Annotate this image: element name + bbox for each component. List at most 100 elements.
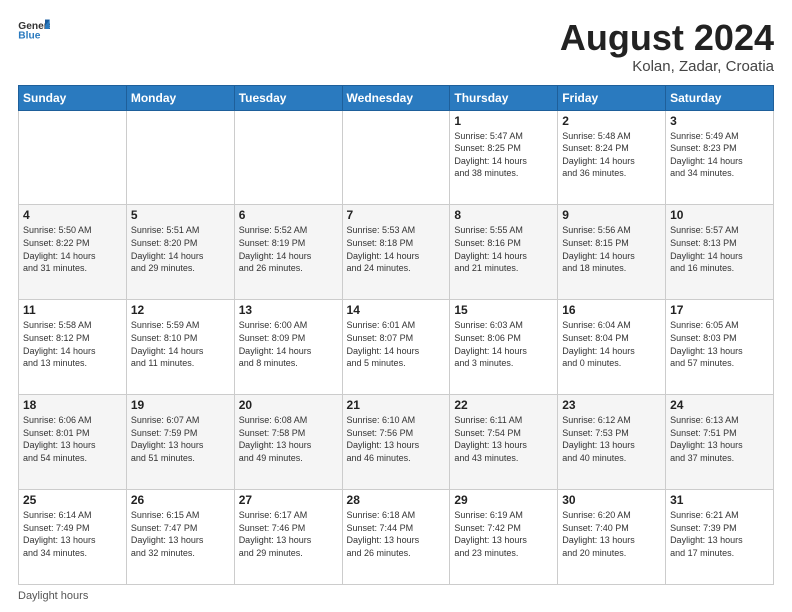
day-info: Sunrise: 5:51 AM Sunset: 8:20 PM Dayligh… <box>131 224 230 274</box>
calendar-cell: 4Sunrise: 5:50 AM Sunset: 8:22 PM Daylig… <box>19 205 127 300</box>
day-number: 21 <box>347 398 446 412</box>
day-info: Sunrise: 5:52 AM Sunset: 8:19 PM Dayligh… <box>239 224 338 274</box>
weekday-header-monday: Monday <box>126 85 234 110</box>
day-number: 31 <box>670 493 769 507</box>
page: General Blue August 2024 Kolan, Zadar, C… <box>0 0 792 612</box>
day-info: Sunrise: 6:00 AM Sunset: 8:09 PM Dayligh… <box>239 319 338 369</box>
day-info: Sunrise: 6:12 AM Sunset: 7:53 PM Dayligh… <box>562 414 661 464</box>
calendar-cell: 11 Sunrise: 5:58 AM Sunset: 8:12 PM Dayli… <box>19 300 127 395</box>
calendar-cell: 12 Sunrise: 5:59 AM Sunset: 8:10 PM Dayli… <box>126 300 234 395</box>
calendar-cell: 17Sunrise: 6:05 AM Sunset: 8:03 PM Dayli… <box>666 300 774 395</box>
calendar-cell: 20 Sunrise: 6:08 AM Sunset: 7:58 PM Dayli… <box>234 395 342 490</box>
calendar-cell: 2Sunrise: 5:48 AM Sunset: 8:24 PM Daylig… <box>558 110 666 205</box>
calendar-cell: 29 Sunrise: 6:19 AM Sunset: 7:42 PM Dayli… <box>450 490 558 585</box>
day-info: Sunrise: 6:20 AM Sunset: 7:40 PM Dayligh… <box>562 509 661 559</box>
day-number: 25 <box>23 493 122 507</box>
weekday-header-wednesday: Wednesday <box>342 85 450 110</box>
calendar-cell: 28 Sunrise: 6:18 AM Sunset: 7:44 PM Dayli… <box>342 490 450 585</box>
calendar-cell <box>19 110 127 205</box>
day-info: Sunrise: 6:05 AM Sunset: 8:03 PM Dayligh… <box>670 319 769 369</box>
day-info: Sunrise: 5:47 AM Sunset: 8:25 PM Dayligh… <box>454 130 553 180</box>
calendar-cell: 16Sunrise: 6:04 AM Sunset: 8:04 PM Dayli… <box>558 300 666 395</box>
calendar-cell <box>126 110 234 205</box>
day-number: 26 <box>131 493 230 507</box>
day-info: Sunrise: 5:57 AM Sunset: 8:13 PM Dayligh… <box>670 224 769 274</box>
day-info: Sunrise: 6:14 AM Sunset: 7:49 PM Dayligh… <box>23 509 122 559</box>
day-number: 13 <box>239 303 338 317</box>
calendar-cell: 24 Sunrise: 6:13 AM Sunset: 7:51 PM Dayli… <box>666 395 774 490</box>
calendar-cell: 7 Sunrise: 5:53 AM Sunset: 8:18 PM Daylig… <box>342 205 450 300</box>
weekday-header-tuesday: Tuesday <box>234 85 342 110</box>
day-number: 3 <box>670 114 769 128</box>
calendar-cell: 10 Sunrise: 5:57 AM Sunset: 8:13 PM Dayli… <box>666 205 774 300</box>
day-number: 7 <box>347 208 446 222</box>
day-number: 11 <box>23 303 122 317</box>
svg-text:Blue: Blue <box>18 30 40 40</box>
day-info: Sunrise: 6:08 AM Sunset: 7:58 PM Dayligh… <box>239 414 338 464</box>
day-number: 6 <box>239 208 338 222</box>
day-number: 1 <box>454 114 553 128</box>
day-number: 19 <box>131 398 230 412</box>
weekday-header-saturday: Saturday <box>666 85 774 110</box>
month-title: August 2024 <box>560 18 774 58</box>
calendar-cell: 3 Sunrise: 5:49 AM Sunset: 8:23 PM Daylig… <box>666 110 774 205</box>
day-info: Sunrise: 5:59 AM Sunset: 8:10 PM Dayligh… <box>131 319 230 369</box>
day-number: 24 <box>670 398 769 412</box>
calendar-cell: 6 Sunrise: 5:52 AM Sunset: 8:19 PM Daylig… <box>234 205 342 300</box>
day-info: Sunrise: 6:15 AM Sunset: 7:47 PM Dayligh… <box>131 509 230 559</box>
day-number: 16 <box>562 303 661 317</box>
day-number: 10 <box>670 208 769 222</box>
calendar-cell: 31Sunrise: 6:21 AM Sunset: 7:39 PM Dayli… <box>666 490 774 585</box>
logo-icon: General Blue <box>18 18 50 40</box>
weekday-header-thursday: Thursday <box>450 85 558 110</box>
day-info: Sunrise: 5:53 AM Sunset: 8:18 PM Dayligh… <box>347 224 446 274</box>
calendar-week-row: 18Sunrise: 6:06 AM Sunset: 8:01 PM Dayli… <box>19 395 774 490</box>
calendar-cell: 5 Sunrise: 5:51 AM Sunset: 8:20 PM Daylig… <box>126 205 234 300</box>
calendar-cell: 1 Sunrise: 5:47 AM Sunset: 8:25 PM Daylig… <box>450 110 558 205</box>
day-info: Sunrise: 6:11 AM Sunset: 7:54 PM Dayligh… <box>454 414 553 464</box>
day-number: 30 <box>562 493 661 507</box>
calendar-cell: 22 Sunrise: 6:11 AM Sunset: 7:54 PM Dayli… <box>450 395 558 490</box>
day-info: Sunrise: 5:49 AM Sunset: 8:23 PM Dayligh… <box>670 130 769 180</box>
day-number: 20 <box>239 398 338 412</box>
day-number: 23 <box>562 398 661 412</box>
calendar-week-row: 1 Sunrise: 5:47 AM Sunset: 8:25 PM Daylig… <box>19 110 774 205</box>
calendar-week-row: 25 Sunrise: 6:14 AM Sunset: 7:49 PM Dayli… <box>19 490 774 585</box>
day-number: 29 <box>454 493 553 507</box>
calendar-cell: 25 Sunrise: 6:14 AM Sunset: 7:49 PM Dayli… <box>19 490 127 585</box>
day-info: Sunrise: 5:48 AM Sunset: 8:24 PM Dayligh… <box>562 130 661 180</box>
calendar-cell: 18Sunrise: 6:06 AM Sunset: 8:01 PM Dayli… <box>19 395 127 490</box>
day-info: Sunrise: 5:55 AM Sunset: 8:16 PM Dayligh… <box>454 224 553 274</box>
weekday-header-row: SundayMondayTuesdayWednesdayThursdayFrid… <box>19 85 774 110</box>
day-number: 22 <box>454 398 553 412</box>
day-info: Sunrise: 6:19 AM Sunset: 7:42 PM Dayligh… <box>454 509 553 559</box>
day-info: Sunrise: 6:17 AM Sunset: 7:46 PM Dayligh… <box>239 509 338 559</box>
calendar-week-row: 4Sunrise: 5:50 AM Sunset: 8:22 PM Daylig… <box>19 205 774 300</box>
day-info: Sunrise: 6:01 AM Sunset: 8:07 PM Dayligh… <box>347 319 446 369</box>
calendar-cell <box>342 110 450 205</box>
day-number: 14 <box>347 303 446 317</box>
calendar-week-row: 11 Sunrise: 5:58 AM Sunset: 8:12 PM Dayli… <box>19 300 774 395</box>
location-subtitle: Kolan, Zadar, Croatia <box>560 58 774 75</box>
day-info: Sunrise: 5:50 AM Sunset: 8:22 PM Dayligh… <box>23 224 122 274</box>
day-info: Sunrise: 6:03 AM Sunset: 8:06 PM Dayligh… <box>454 319 553 369</box>
calendar-cell <box>234 110 342 205</box>
day-number: 8 <box>454 208 553 222</box>
calendar-cell: 26 Sunrise: 6:15 AM Sunset: 7:47 PM Dayli… <box>126 490 234 585</box>
day-number: 9 <box>562 208 661 222</box>
day-number: 18 <box>23 398 122 412</box>
day-number: 5 <box>131 208 230 222</box>
calendar-cell: 9Sunrise: 5:56 AM Sunset: 8:15 PM Daylig… <box>558 205 666 300</box>
calendar-cell: 30 Sunrise: 6:20 AM Sunset: 7:40 PM Dayli… <box>558 490 666 585</box>
footer: Daylight hours <box>18 590 774 602</box>
day-info: Sunrise: 6:10 AM Sunset: 7:56 PM Dayligh… <box>347 414 446 464</box>
day-info: Sunrise: 5:58 AM Sunset: 8:12 PM Dayligh… <box>23 319 122 369</box>
day-info: Sunrise: 6:13 AM Sunset: 7:51 PM Dayligh… <box>670 414 769 464</box>
weekday-header-sunday: Sunday <box>19 85 127 110</box>
day-number: 27 <box>239 493 338 507</box>
day-info: Sunrise: 6:18 AM Sunset: 7:44 PM Dayligh… <box>347 509 446 559</box>
calendar-cell: 13 Sunrise: 6:00 AM Sunset: 8:09 PM Dayli… <box>234 300 342 395</box>
calendar-cell: 8 Sunrise: 5:55 AM Sunset: 8:16 PM Daylig… <box>450 205 558 300</box>
day-number: 12 <box>131 303 230 317</box>
day-number: 28 <box>347 493 446 507</box>
